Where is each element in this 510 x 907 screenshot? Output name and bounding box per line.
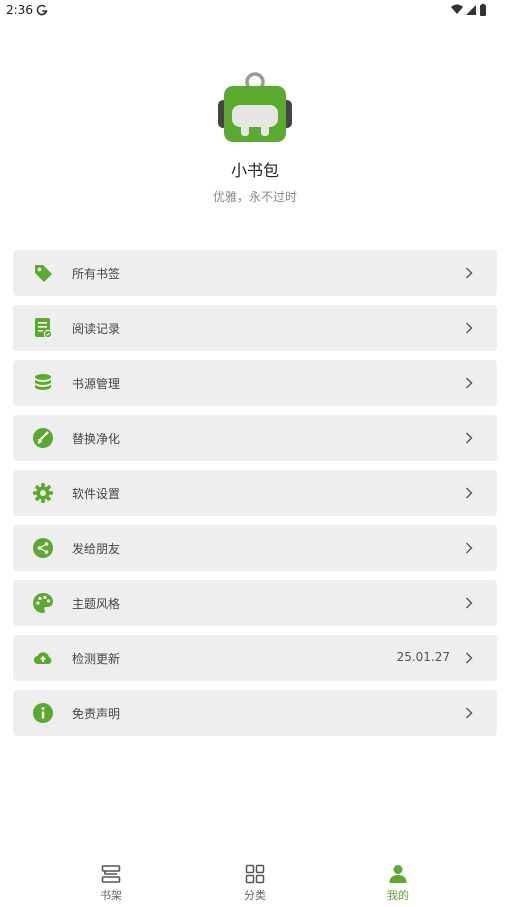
menu-item-disclaimer[interactable]: 免责声明 [13, 690, 497, 736]
chevron-right-icon [466, 322, 473, 334]
signal-icon [466, 5, 476, 15]
menu-label: 发给朋友 [72, 542, 121, 556]
grid-icon [245, 864, 265, 884]
chevron-right-icon [466, 597, 473, 609]
tag-icon [35, 265, 52, 282]
database-icon [35, 374, 51, 390]
chevron-right-icon [466, 377, 473, 389]
nav-label: 我的 [387, 889, 409, 902]
share-icon [33, 538, 53, 558]
person-icon [389, 865, 407, 883]
menu-label: 阅读记录 [72, 322, 121, 336]
google-icon [36, 4, 48, 16]
menu-label: 检测更新 [72, 652, 121, 666]
nav-tab-bookshelf[interactable]: 书架 [81, 856, 141, 907]
app-logo [218, 72, 292, 142]
reading-record-icon [35, 318, 53, 339]
status-icons [451, 3, 486, 16]
menu-label: 软件设置 [72, 487, 121, 501]
palette-icon [33, 593, 53, 613]
menu-label: 免责声明 [72, 707, 121, 721]
menu-item-replace-purify[interactable]: 替换净化 [13, 415, 497, 461]
bookshelf-icon [101, 865, 121, 883]
nav-label: 书架 [100, 889, 122, 902]
app-slogan: 优雅，永不过时 [212, 190, 297, 204]
chevron-right-icon [466, 487, 473, 499]
menu-item-share[interactable]: 发给朋友 [13, 525, 497, 571]
gear-icon [33, 483, 53, 503]
nav-tab-category[interactable]: 分类 [225, 856, 285, 907]
nav-label: 分类 [244, 889, 266, 902]
menu-item-bookmarks[interactable]: 所有书签 [13, 250, 497, 296]
info-icon [33, 703, 53, 723]
menu-label: 主题风格 [72, 597, 121, 611]
app-name: 小书包 [230, 161, 279, 180]
chevron-right-icon [466, 267, 473, 279]
nav-tab-mine[interactable]: 我的 [368, 856, 428, 907]
menu-label: 替换净化 [72, 432, 121, 446]
menu-item-book-sources[interactable]: 书源管理 [13, 360, 497, 406]
wifi-icon [451, 4, 463, 14]
status-bar: 2:36 [0, 0, 510, 22]
menu-label: 所有书签 [72, 267, 121, 281]
bottom-navigation: 书架 分类 我的 [0, 856, 510, 907]
chevron-right-icon [466, 652, 473, 664]
settings-menu: 所有书签 阅读记录 书源管理 替换净化 软件设置 发给朋友 主题风格 检测更新 … [13, 250, 497, 745]
version-number: 25.01.27 [396, 650, 450, 664]
menu-item-app-settings[interactable]: 软件设置 [13, 470, 497, 516]
chevron-right-icon [466, 707, 473, 719]
status-time: 2:36 [6, 3, 33, 17]
chevron-right-icon [466, 542, 473, 554]
brush-icon [33, 428, 53, 448]
menu-item-theme[interactable]: 主题风格 [13, 580, 497, 626]
chevron-right-icon [466, 432, 473, 444]
battery-icon [480, 5, 486, 16]
menu-item-check-update[interactable]: 检测更新 25.01.27 [13, 635, 497, 681]
cloud-upload-icon [33, 652, 52, 665]
menu-item-reading-history[interactable]: 阅读记录 [13, 305, 497, 351]
menu-label: 书源管理 [72, 377, 121, 391]
